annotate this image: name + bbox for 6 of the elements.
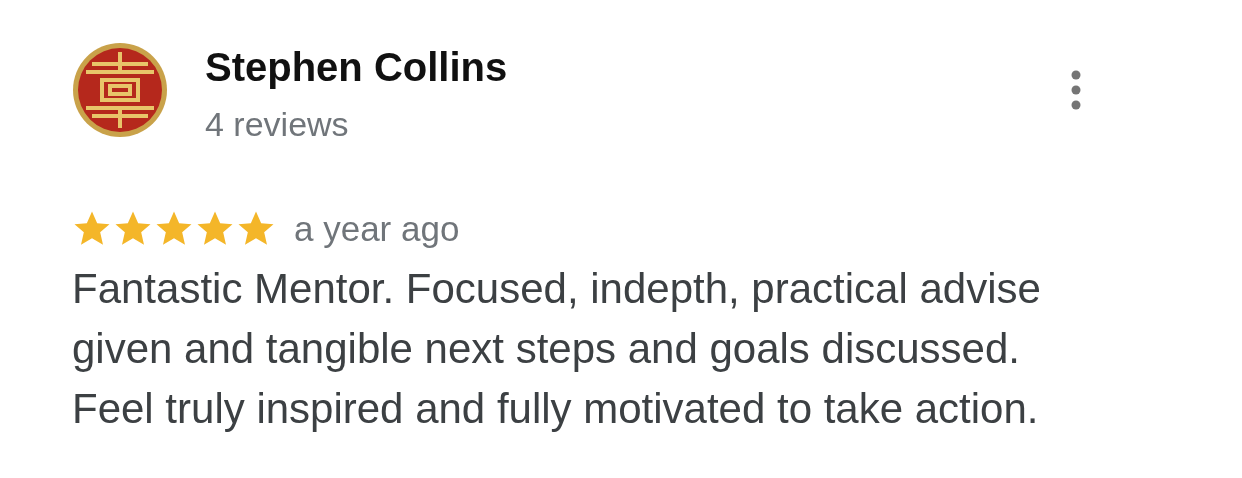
review-time: a year ago — [294, 209, 460, 249]
avatar-icon — [72, 42, 168, 138]
more-options-icon[interactable] — [1070, 70, 1082, 110]
reviewer-name: Stephen Collins — [205, 45, 509, 89]
review-text: Fantastic Mentor. Focused, indepth, practical advise given and tangible next steps and goals discussed. Feel truly inspired and fully motivated to take action. — [72, 264, 1042, 434]
review-count: 4 reviews — [205, 105, 350, 143]
